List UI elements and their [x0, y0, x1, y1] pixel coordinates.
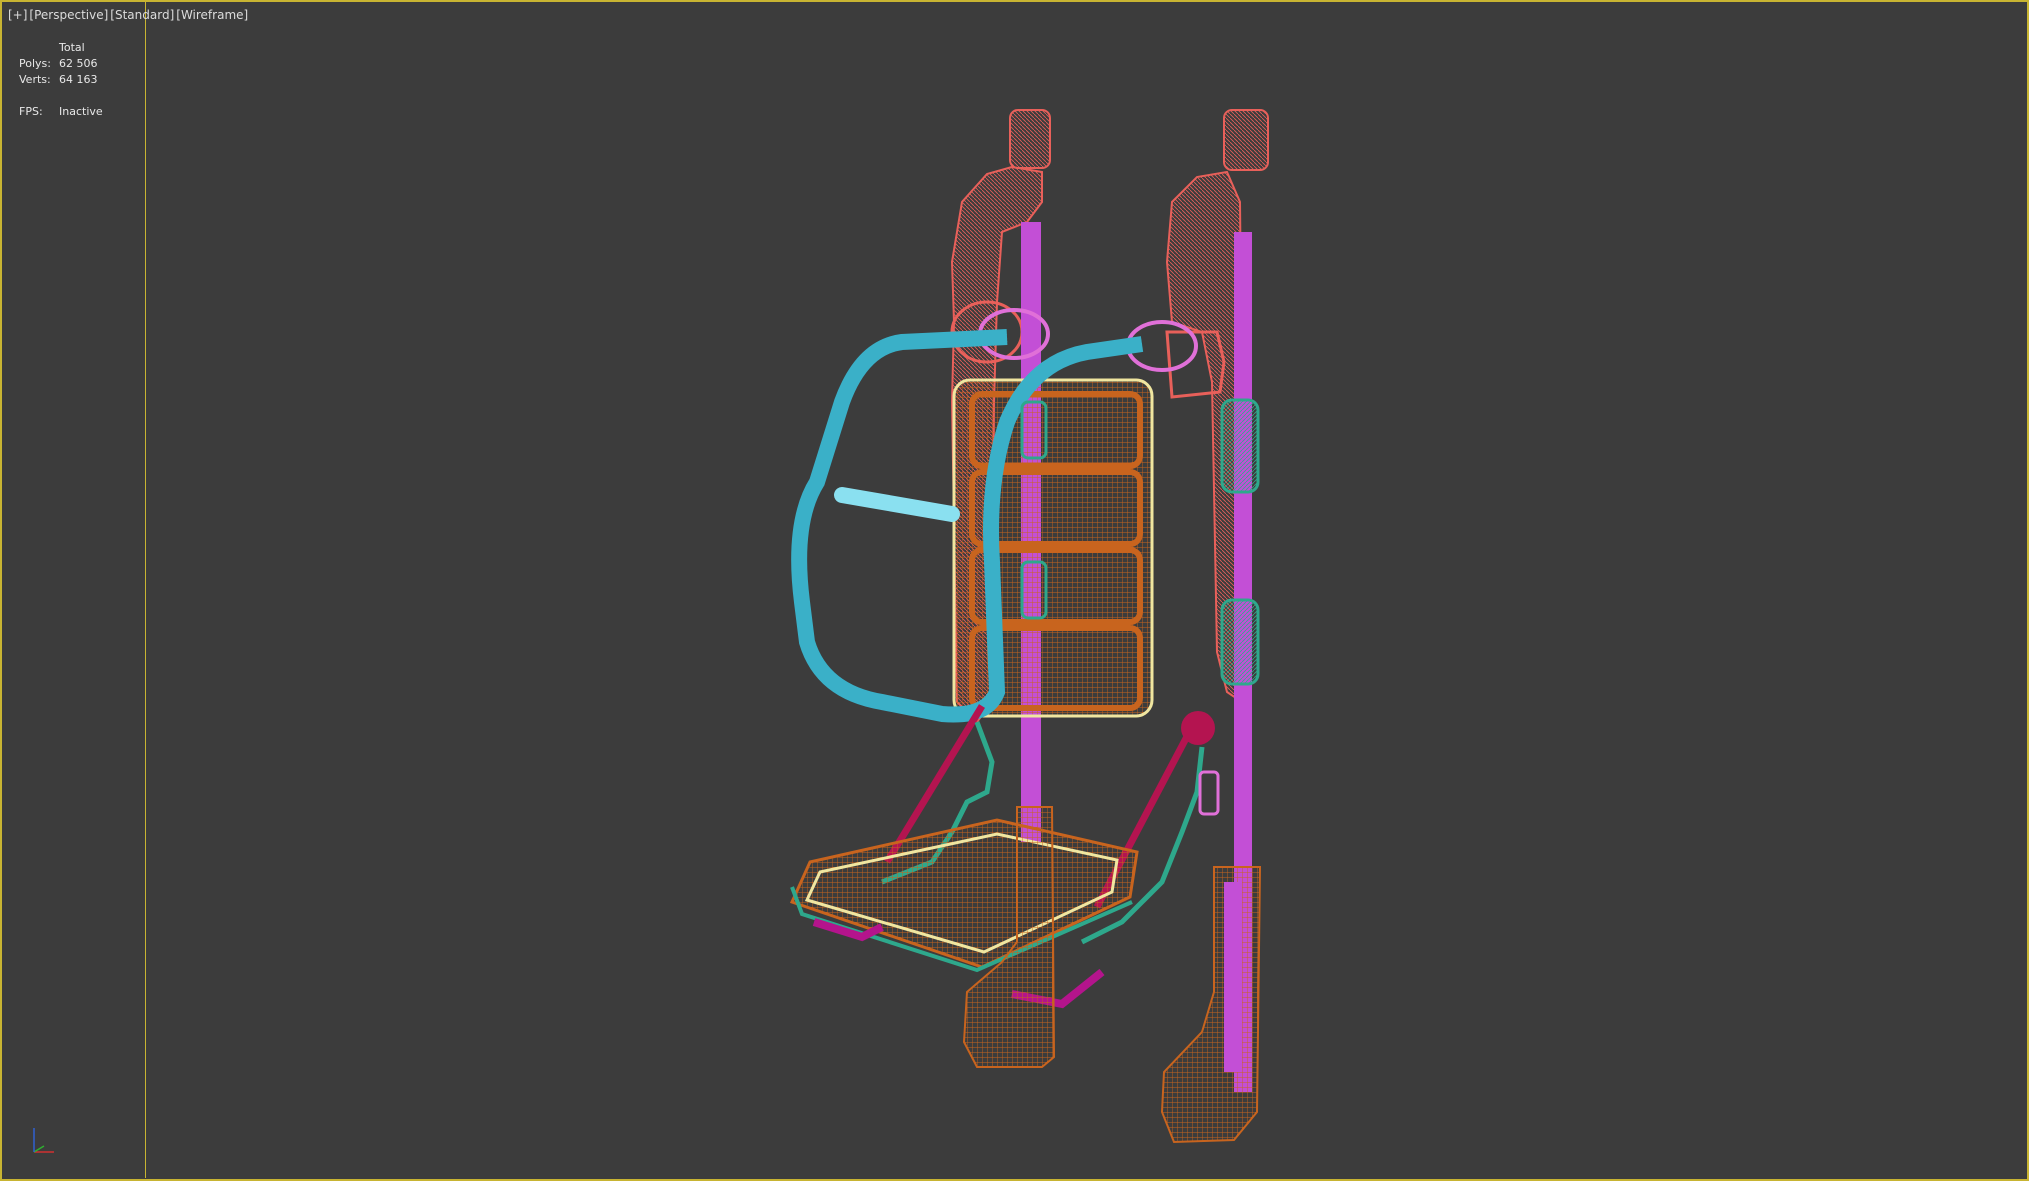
viewport-3d[interactable]: [+] [Perspective] [Standard] [Wireframe]… — [0, 0, 2029, 1181]
y-axis — [33, 1145, 45, 1153]
seat-cushion — [789, 818, 1139, 1009]
right-foot-orange — [1160, 866, 1262, 1144]
axis-gizmo-icon — [33, 1128, 54, 1153]
wireframe-seat-model[interactable] — [2, 2, 2027, 1179]
top-clamps-pink — [978, 308, 1198, 372]
